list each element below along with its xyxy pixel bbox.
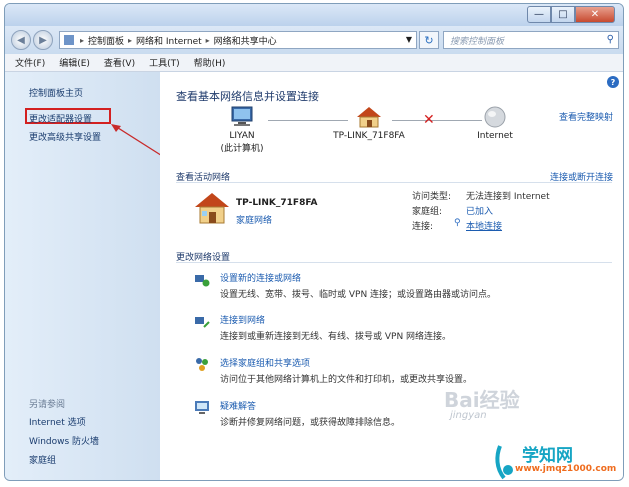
dropdown-arrow-icon[interactable]: ▼: [406, 35, 412, 44]
forward-arrow-icon: ▶: [39, 34, 47, 46]
homegroup-sharing-icon: [196, 358, 208, 371]
close-button[interactable]: ✕: [575, 6, 615, 23]
view-full-map-link[interactable]: 查看完整映射: [559, 110, 613, 123]
forward-button[interactable]: ▶: [33, 30, 53, 50]
window-controls: — □ ✕: [527, 6, 615, 23]
divider: [176, 182, 612, 183]
task-connect-network-link[interactable]: 连接到网络: [220, 313, 265, 326]
see-also-label: 另请参阅: [29, 400, 66, 410]
menu-bar: 文件(F) 编辑(E) 查看(V) 工具(T) 帮助(H): [5, 54, 623, 72]
homegroup-label: 家庭组:: [412, 207, 443, 217]
explorer-window: — □ ✕ ◀ ▶ ▸ 控制面板 ▸ 网络和 Internet ▸ 网络和共享中…: [4, 3, 624, 481]
globe-icon: [484, 106, 506, 128]
address-row: ◀ ▶ ▸ 控制面板 ▸ 网络和 Internet ▸ 网络和共享中心 ▼ ↻ …: [5, 26, 623, 54]
access-type-value: 无法连接到 Internet: [466, 192, 550, 202]
task-troubleshoot-desc: 诊断并修复网络问题，或获得故障排除信息。: [220, 418, 401, 428]
breadcrumb-network-internet[interactable]: 网络和 Internet: [136, 34, 202, 47]
task-connect-network-desc: 连接到或重新连接到无线、有线、拨号或 VPN 网络连接。: [220, 332, 452, 342]
disconnected-x-icon: ✕: [423, 112, 435, 128]
internet-label: Internet: [477, 131, 513, 141]
new-connection-icon: [195, 275, 210, 287]
search-input[interactable]: 搜索控制面板 ⚲: [443, 31, 619, 49]
page-title: 查看基本网络信息并设置连接: [176, 90, 319, 103]
homegroup-link[interactable]: 已加入: [466, 204, 493, 217]
sidebar-internet-options[interactable]: Internet 选项: [29, 415, 86, 428]
link-line: [392, 120, 482, 121]
sidebar-homegroup[interactable]: 家庭组: [29, 453, 56, 466]
sidebar-change-adapter-settings[interactable]: 更改适配器设置: [29, 112, 92, 125]
menu-view[interactable]: 查看(V): [104, 56, 135, 69]
access-type-label: 访问类型:: [412, 192, 452, 202]
task-homegroup-link[interactable]: 选择家庭组和共享选项: [220, 356, 310, 369]
menu-file[interactable]: 文件(F): [15, 56, 45, 69]
network-house-icon: [195, 193, 229, 224]
baidu-watermark: Bai经验: [444, 388, 520, 412]
computer-node[interactable]: LIYAN (此计算机): [212, 106, 272, 154]
breadcrumb-control-panel[interactable]: 控制面板: [88, 34, 124, 47]
internet-node[interactable]: Internet: [470, 106, 520, 141]
connect-network-icon: [195, 317, 210, 328]
breadcrumb-network-sharing[interactable]: 网络和共享中心: [214, 34, 277, 47]
troubleshoot-icon: [195, 401, 209, 414]
ethernet-icon: ⚲: [454, 218, 461, 228]
menu-tools[interactable]: 工具(T): [149, 56, 180, 69]
minimize-button[interactable]: —: [527, 6, 551, 23]
local-connection-link[interactable]: 本地连接: [466, 219, 502, 232]
network-type-link[interactable]: 家庭网络: [236, 213, 272, 226]
divider: [176, 262, 612, 263]
sidebar-control-panel-home[interactable]: 控制面板主页: [29, 86, 83, 99]
site-logo-name: 学知网: [522, 446, 573, 466]
chevron-right-icon: ▸: [80, 35, 85, 45]
task-setup-connection-link[interactable]: 设置新的连接或网络: [220, 271, 301, 284]
sidebar-windows-firewall[interactable]: Windows 防火墙: [29, 434, 99, 447]
maximize-button[interactable]: □: [551, 6, 575, 23]
router-node[interactable]: TP-LINK_71F8FA: [326, 106, 412, 141]
task-homegroup-desc: 访问位于其他网络计算机上的文件和打印机，或更改共享设置。: [220, 375, 473, 385]
task-setup-connection-desc: 设置无线、宽带、拨号、临时或 VPN 连接；或设置路由器或访问点。: [220, 290, 497, 300]
help-icon[interactable]: ?: [607, 76, 619, 88]
search-icon[interactable]: ⚲: [607, 34, 614, 45]
search-placeholder: 搜索控制面板: [450, 36, 505, 47]
router-name: TP-LINK_71F8FA: [333, 131, 405, 141]
chevron-right-icon: ▸: [128, 35, 133, 45]
menu-edit[interactable]: 编辑(E): [59, 56, 90, 69]
back-button[interactable]: ◀: [11, 30, 31, 50]
refresh-button[interactable]: ↻: [419, 31, 439, 49]
sidebar-change-advanced-sharing[interactable]: 更改高级共享设置: [29, 130, 101, 143]
task-troubleshoot-link[interactable]: 疑难解答: [220, 399, 256, 412]
menu-help[interactable]: 帮助(H): [194, 56, 226, 69]
computer-icon: [231, 106, 253, 126]
title-bar: — □ ✕: [5, 4, 623, 26]
connection-label: 连接:: [412, 222, 434, 232]
computer-name: LIYAN: [229, 131, 255, 141]
back-arrow-icon: ◀: [17, 34, 25, 46]
baidu-watermark-sub: jingyan: [450, 410, 487, 421]
house-icon: [357, 107, 381, 128]
network-name: TP-LINK_71F8FA: [236, 198, 318, 208]
address-bar[interactable]: ▸ 控制面板 ▸ 网络和 Internet ▸ 网络和共享中心 ▼: [59, 31, 417, 49]
main-pane: ? 查看基本网络信息并设置连接 查看完整映射 LIYAN (此计算机) TP-L…: [160, 72, 623, 480]
computer-subtitle: (此计算机): [220, 144, 264, 154]
chevron-right-icon: ▸: [205, 35, 210, 45]
site-logo-url: www.jmqz1000.com: [515, 464, 617, 474]
refresh-icon: ↻: [424, 33, 434, 47]
control-panel-icon: [64, 35, 74, 45]
